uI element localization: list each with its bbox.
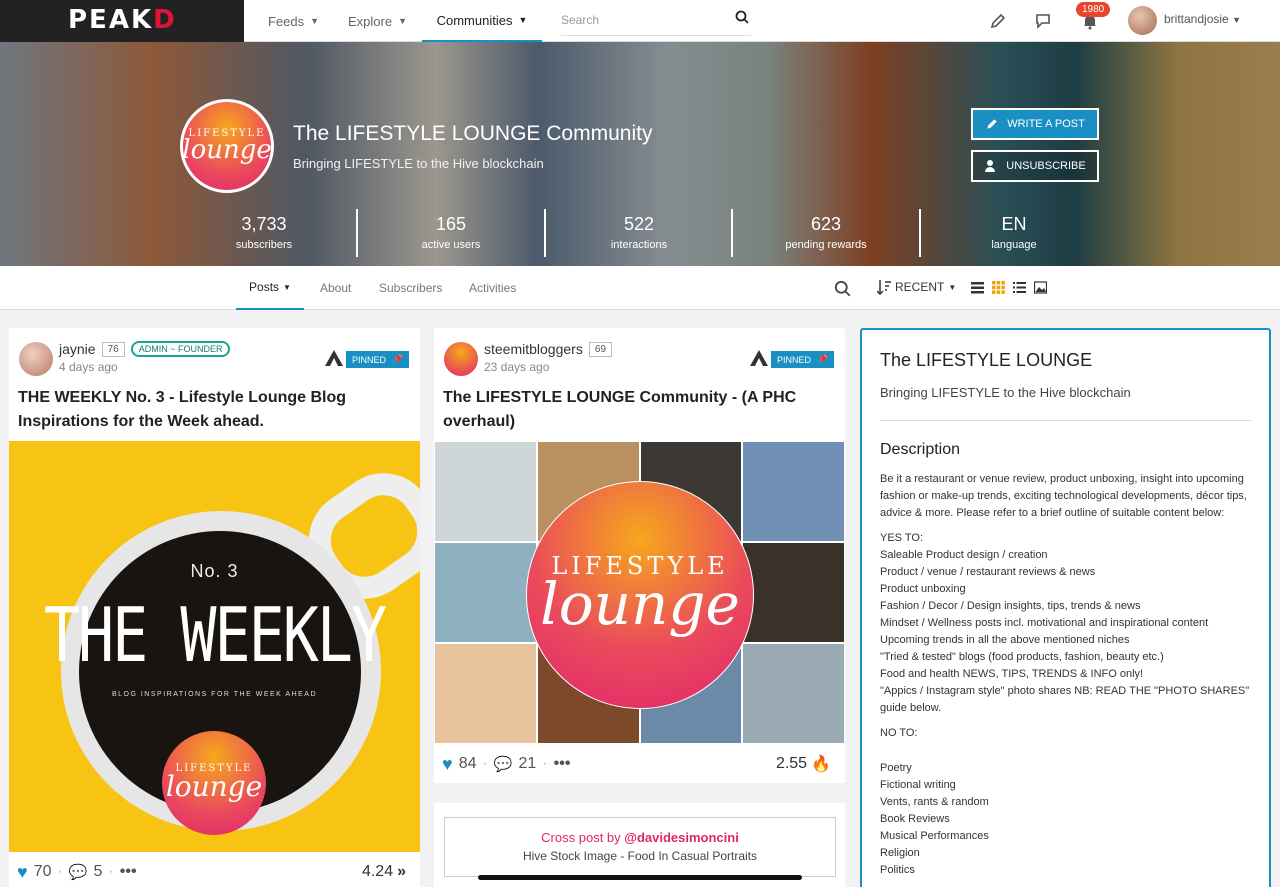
stat-subscribers: 3,733 subscribers <box>235 214 293 251</box>
heart-icon[interactable]: ♥ <box>442 754 453 775</box>
post-title[interactable]: THE WEEKLY No. 3 - Lifestyle Lounge Blog… <box>18 386 418 434</box>
user-remove-icon <box>985 160 996 172</box>
community-title: The LIFESTYLE LOUNGE Community <box>293 122 653 145</box>
community-logo: LIFESTYLE lounge <box>526 481 754 709</box>
nav-communities[interactable]: Communities ▼ <box>422 0 542 42</box>
chevron-down-icon: ▼ <box>310 16 320 26</box>
payout-value[interactable]: 2.55 🔥 <box>776 754 831 774</box>
payout-value[interactable]: 4.24» <box>362 863 406 881</box>
nav-feeds[interactable]: Feeds ▼ <box>268 0 319 42</box>
unsubscribe-button[interactable]: UNSUBSCRIBE <box>971 150 1099 182</box>
community-logo: LIFESTYLE lounge <box>180 99 274 193</box>
description-body: Be it a restaurant or venue review, prod… <box>880 473 1250 876</box>
post-time: 23 days ago <box>484 360 550 374</box>
peakd-logo[interactable]: PEAKD <box>0 0 244 42</box>
comment-icon[interactable]: 💬 <box>494 755 513 773</box>
fire-icon: 🔥 <box>811 756 831 773</box>
pin-icon: 📌 <box>817 354 829 364</box>
community-banner: LIFESTYLE lounge The LIFESTYLE LOUNGE Co… <box>0 42 1280 266</box>
sort-dropdown[interactable]: RECENT ▼ <box>877 279 956 295</box>
tab-activities[interactable]: Activities <box>469 266 516 310</box>
post-time: 4 days ago <box>59 360 118 374</box>
search-icon[interactable] <box>735 10 749 24</box>
post-author[interactable]: steemitbloggers 69 <box>484 341 612 357</box>
pin-icon: 📌 <box>392 354 404 364</box>
crosspost-title: Hive Stock Image - Food In Casual Portra… <box>522 849 758 863</box>
search-icon[interactable] <box>834 280 851 297</box>
stat-divider <box>544 209 546 257</box>
chevron-down-icon: ▼ <box>518 15 528 25</box>
stat-active-users: 165 active users <box>421 214 481 251</box>
comment-icon[interactable]: 💬 <box>69 863 88 881</box>
post-thumbnail[interactable]: No. 3 THE WEEKLY BLOG INSPIRATIONS FOR T… <box>9 441 420 852</box>
hive-logo-icon <box>750 350 768 366</box>
stat-language: EN language <box>991 214 1037 251</box>
author-avatar[interactable] <box>19 342 53 376</box>
stat-interactions: 522 interactions <box>610 214 668 251</box>
community-sidebar: The LIFESTYLE LOUNGE Bringing LIFESTYLE … <box>860 328 1271 887</box>
crosspost-header: Cross post by @davidesimoncini <box>541 830 739 845</box>
pinned-badge: PINNED 📌 <box>771 351 835 368</box>
notification-badge: 1980 <box>1076 2 1111 17</box>
post-author[interactable]: jaynie 76 ADMIN ~ FOUNDER <box>59 341 231 357</box>
pinned-badge: PINNED 📌 <box>346 351 410 368</box>
divider <box>880 420 1251 421</box>
community-logo: LIFESTYLE lounge <box>162 731 266 835</box>
tab-subscribers[interactable]: Subscribers <box>379 266 442 310</box>
chevron-down-icon: ▼ <box>1232 15 1241 25</box>
sidebar-title: The LIFESTYLE LOUNGE <box>880 350 1093 370</box>
post-footer: ♥ 70 · 💬 5 · ••• 4.24» <box>17 861 406 883</box>
stat-divider <box>919 209 921 257</box>
community-subtitle: Bringing LIFESTYLE to the Hive blockchai… <box>293 156 544 171</box>
sidebar-subtitle: Bringing LIFESTYLE to the Hive blockchai… <box>880 385 1131 400</box>
role-badge: ADMIN ~ FOUNDER <box>130 341 231 357</box>
chat-icon[interactable] <box>1032 9 1056 33</box>
reputation-badge: 69 <box>588 341 612 357</box>
stat-divider <box>731 209 733 257</box>
compact-list-icon[interactable] <box>1013 281 1026 294</box>
list-view-icon[interactable] <box>971 281 984 294</box>
user-avatar[interactable] <box>1128 6 1157 35</box>
chevron-down-icon: ▼ <box>283 282 291 292</box>
hive-logo-icon <box>325 350 343 366</box>
heart-icon[interactable]: ♥ <box>17 862 28 883</box>
hive-dollar-icon: » <box>397 863 406 880</box>
community-tabs: Posts ▼ About Subscribers Activities RECE… <box>0 266 1280 310</box>
chevron-down-icon: ▼ <box>398 16 407 26</box>
more-icon[interactable]: ••• <box>120 863 137 881</box>
write-post-button[interactable]: WRITE A POST <box>971 108 1099 140</box>
reputation-badge: 76 <box>101 341 125 357</box>
author-avatar[interactable] <box>444 342 478 376</box>
post-card[interactable]: steemitbloggers 69 23 days ago PINNED 📌 T… <box>434 328 845 783</box>
tab-posts[interactable]: Posts ▼ <box>236 266 304 310</box>
top-navbar: PEAKD Feeds ▼ Explore ▼ Communities ▼ Searc… <box>0 0 1280 42</box>
post-card[interactable]: jaynie 76 ADMIN ~ FOUNDER 4 days ago PIN… <box>9 328 420 887</box>
post-thumbnail[interactable]: LIFESTYLE lounge <box>434 441 845 744</box>
pencil-icon <box>987 119 997 129</box>
grid-view-icon[interactable] <box>992 281 1005 294</box>
scrollbar[interactable] <box>478 875 802 880</box>
tab-about[interactable]: About <box>320 266 351 310</box>
search-input[interactable]: Search <box>561 8 751 36</box>
pencil-icon[interactable] <box>986 9 1010 33</box>
stat-divider <box>356 209 358 257</box>
post-footer: ♥ 84 · 💬 21 · ••• 2.55 🔥 <box>442 753 831 775</box>
image-view-icon[interactable] <box>1034 281 1047 294</box>
more-icon[interactable]: ••• <box>554 755 571 773</box>
post-title[interactable]: The LIFESTYLE LOUNGE Community - (A PHC … <box>443 386 843 434</box>
stat-pending-rewards: 623 pending rewards <box>785 214 867 251</box>
crosspost-box[interactable]: Cross post by @davidesimoncini Hive Stoc… <box>444 817 836 877</box>
nav-explore[interactable]: Explore ▼ <box>348 0 407 42</box>
user-menu[interactable]: brittandjosie ▼ <box>1164 12 1241 26</box>
chevron-down-icon: ▼ <box>948 282 957 292</box>
sort-icon <box>877 280 891 295</box>
description-heading: Description <box>880 441 961 458</box>
